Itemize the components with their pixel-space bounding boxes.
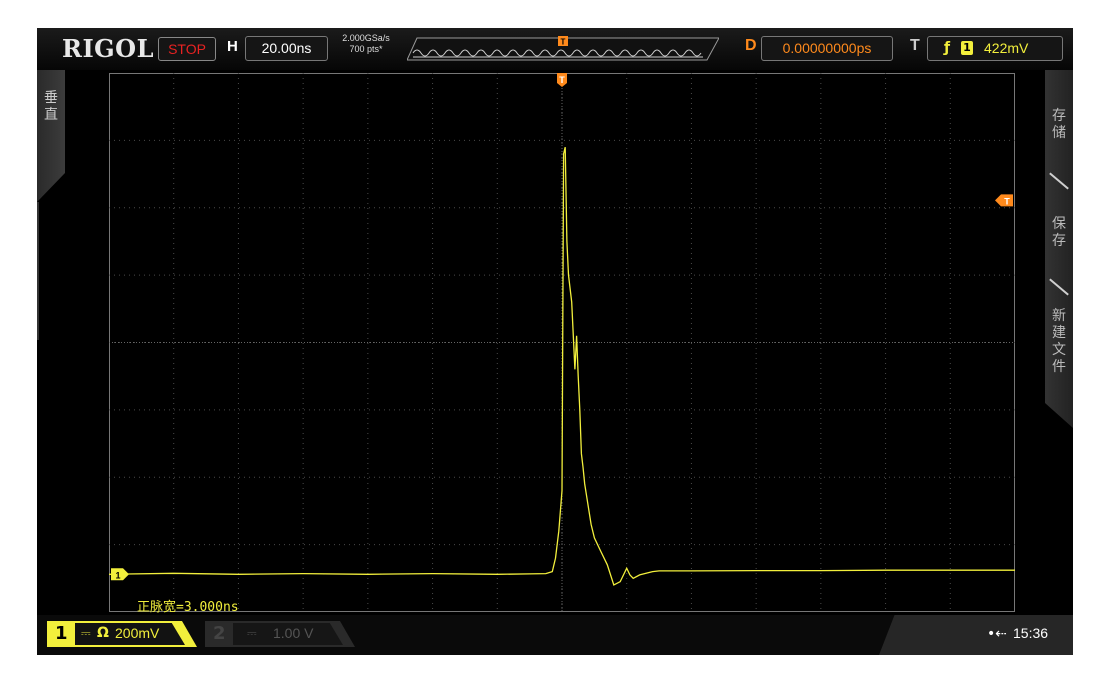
waveform-grid: T T 1 <box>109 73 1015 612</box>
bottom-status-bar: 1 ⎓ Ω 200mV 2 ⎓ 1.00 V •⇠ 15:36 <box>37 615 1073 655</box>
usb-icon: •⇠ <box>987 626 1007 642</box>
channel-1-scale: 200mV <box>115 625 160 641</box>
channel-2-settings: ⎓ 1.00 V <box>233 623 343 645</box>
channel-2-scale: 1.00 V <box>273 625 314 641</box>
channel-1-tab[interactable]: 1 ⎓ Ω 200mV <box>47 621 197 647</box>
trigger-position-label: T <box>559 75 565 85</box>
sample-rate: 2.000GSa/s <box>342 33 390 43</box>
channel-1-number: 1 <box>55 623 68 644</box>
left-edge-bar <box>37 202 39 340</box>
menu-item-storage[interactable]: 存储 <box>1049 108 1069 142</box>
memory-depth: 700 pts* <box>349 44 383 54</box>
memory-overview-strip: T <box>407 36 719 61</box>
timebase-value[interactable]: 20.00ns <box>245 36 328 61</box>
run-stop-status[interactable]: STOP <box>158 37 216 61</box>
channel-1-ground-marker: 1 <box>111 568 129 581</box>
trigger-level-value: 422mV <box>984 40 1029 56</box>
trigger-source-badge: 1 <box>961 41 973 55</box>
horizontal-label: H <box>227 38 238 55</box>
rising-edge-icon: ƒ <box>944 40 951 56</box>
clock: 15:36 <box>1013 625 1049 641</box>
impedance-icon: Ω <box>97 625 109 641</box>
oscilloscope-screen: RIGOL STOP H 20.00ns 2.000GSa/s 700 pts*… <box>37 28 1073 655</box>
delay-label: D <box>745 37 757 54</box>
brand-logo: RIGOL <box>62 34 154 63</box>
trigger-label: T <box>910 37 920 54</box>
top-status-bar: RIGOL STOP H 20.00ns 2.000GSa/s 700 pts*… <box>37 28 1073 70</box>
delay-value[interactable]: 0.00000000ps <box>761 36 893 61</box>
trigger-level-marker: T <box>995 194 1013 207</box>
trigger-level-label: T <box>1004 196 1010 206</box>
trigger-position-marker: T <box>557 73 567 87</box>
menu-separator <box>1049 172 1069 190</box>
menu-item-save[interactable]: 保存 <box>1049 216 1069 250</box>
vertical-menu-tab[interactable]: 垂直 <box>37 70 65 202</box>
dc-coupling-icon: ⎓ <box>81 626 91 640</box>
storage-menu: 存储 保存 新建文件 <box>1045 70 1073 428</box>
menu-separator <box>1049 278 1069 296</box>
channel-1-waveform <box>109 146 1015 586</box>
channel-1-settings: ⎓ Ω 200mV <box>75 623 185 645</box>
vertical-menu-label: 垂直 <box>44 90 58 123</box>
channel-2-number: 2 <box>213 623 226 644</box>
memory-trigger-marker-label: T <box>561 38 566 47</box>
menu-item-new-file[interactable]: 新建文件 <box>1049 308 1069 376</box>
channel-1-ground-label: 1 <box>115 570 120 580</box>
dc-coupling-icon: ⎓ <box>247 626 257 640</box>
positive-pulse-width-measurement: 正脉宽=3.000ns <box>137 600 239 615</box>
trigger-settings[interactable]: ƒ 1 422mV <box>927 36 1063 61</box>
acquisition-info: 2.000GSa/s 700 pts* <box>332 33 400 55</box>
channel-2-tab[interactable]: 2 ⎓ 1.00 V <box>205 621 355 647</box>
